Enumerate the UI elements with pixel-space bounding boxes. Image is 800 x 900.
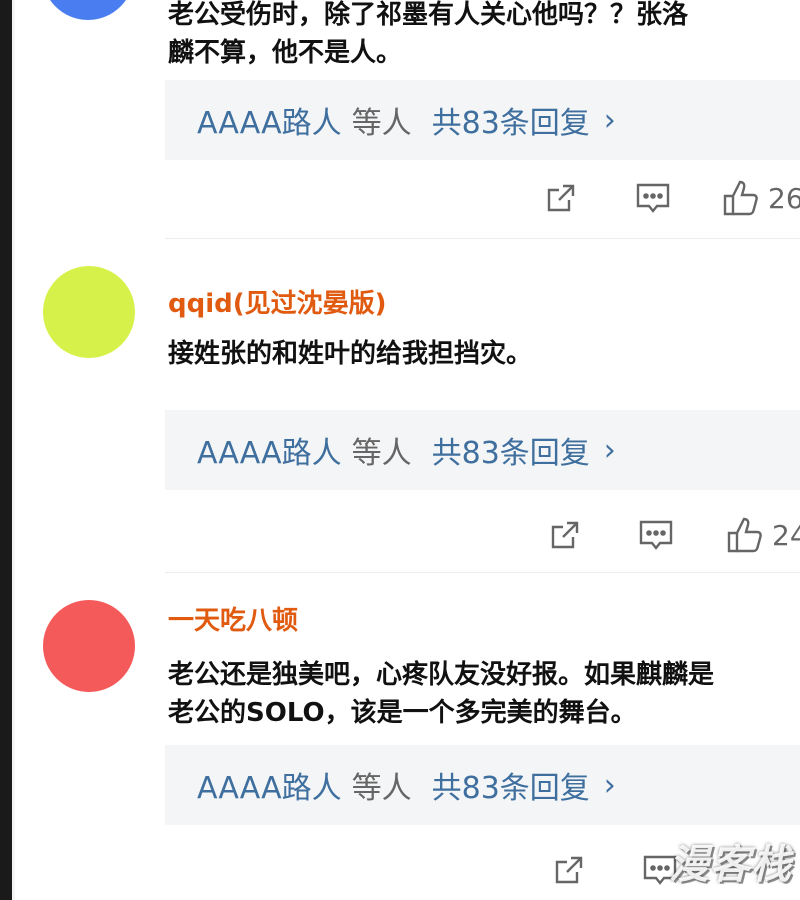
comment-actions: 24: [0, 513, 800, 557]
like-button[interactable]: 26: [722, 176, 800, 220]
comment-text: 老公还是独美吧，心疼队友没好报。如果麒麟是 老公的SOLO，该是一个多完美的舞台…: [168, 660, 715, 728]
avatar[interactable]: [43, 266, 135, 358]
like-count: 26: [768, 181, 800, 215]
like-count: 24: [772, 518, 800, 552]
avatar[interactable]: [42, 0, 134, 20]
share-button[interactable]: [551, 848, 587, 892]
divider: [165, 238, 800, 239]
share-icon: [547, 184, 575, 212]
frame-gap: [12, 0, 15, 900]
reply-user-link[interactable]: AAAA路人: [197, 763, 342, 807]
reply-summary-button[interactable]: AAAA路人 等人 共83条回复 ›: [165, 80, 800, 160]
reply-button[interactable]: [634, 176, 672, 220]
comment-icon: [639, 520, 673, 550]
like-button[interactable]: 24: [726, 513, 800, 557]
username-link[interactable]: 一天吃八顿: [168, 600, 298, 637]
reply-user-link[interactable]: AAAA路人: [197, 428, 342, 472]
reply-user-link[interactable]: AAAA路人: [197, 98, 342, 142]
share-icon: [551, 521, 579, 549]
chevron-right-icon: ›: [603, 102, 616, 138]
avatar[interactable]: [43, 600, 135, 692]
chevron-right-icon: ›: [603, 767, 616, 803]
thumbs-up-icon: [727, 517, 762, 553]
share-button[interactable]: [543, 176, 579, 220]
reply-summary-button[interactable]: AAAA路人 等人 共83条回复 ›: [165, 745, 800, 825]
reply-count-link[interactable]: 共83条回复: [432, 428, 590, 472]
divider: [165, 572, 800, 573]
reply-count-link[interactable]: 共83条回复: [432, 763, 590, 807]
site-watermark: 漫客栈: [669, 842, 792, 888]
reply-etc-label: 等人: [351, 771, 412, 806]
comment-text: 接姓张的和姓叶的给我担挡灾。: [168, 339, 533, 369]
share-button[interactable]: [547, 513, 583, 557]
reply-summary-button[interactable]: AAAA路人 等人 共83条回复 ›: [165, 410, 800, 490]
reply-button[interactable]: [637, 513, 675, 557]
share-icon: [555, 856, 583, 884]
comment-text: 老公受伤时，除了祁墨有人关心他吗？？张洛 麟不算，他不是人。: [168, 0, 689, 68]
reply-etc-label: 等人: [351, 106, 412, 141]
reply-count-link[interactable]: 共83条回复: [432, 98, 590, 142]
chevron-right-icon: ›: [603, 432, 616, 468]
frame-edge: [0, 0, 12, 900]
comment-icon: [636, 183, 670, 213]
thumbs-up-icon: [723, 180, 758, 216]
username-link[interactable]: qqid(见过沈晏版): [168, 283, 387, 320]
reply-etc-label: 等人: [351, 436, 412, 471]
comment-actions: 26: [0, 176, 800, 220]
